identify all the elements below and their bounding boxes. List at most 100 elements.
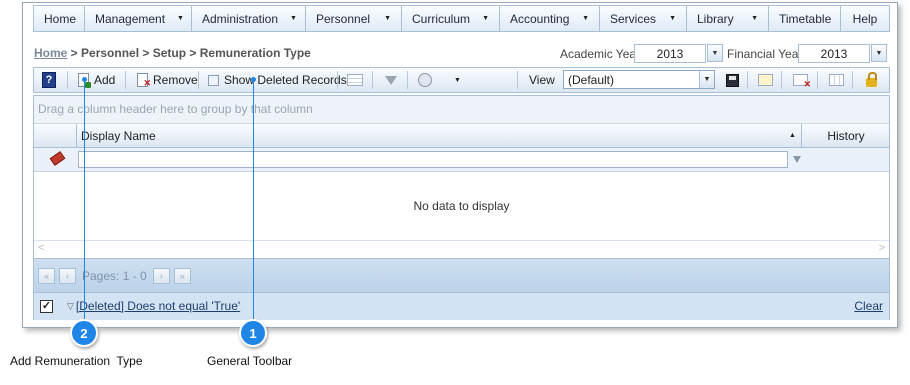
- clear-filter-link[interactable]: Clear: [854, 299, 883, 313]
- pager: « ‹ Pages: 1 - 0 › »: [34, 258, 889, 292]
- breadcrumb: Home > Personnel > Setup > Remuneration …: [34, 46, 311, 60]
- save-view-button[interactable]: [726, 68, 739, 92]
- last-page-icon[interactable]: »: [173, 267, 191, 284]
- academic-year-label: Academic Year: [560, 47, 641, 61]
- toolbar-divider: [781, 71, 782, 89]
- show-deleted-toggle[interactable]: Show Deleted Records: [208, 68, 347, 92]
- filter-status-bar: ✓ ▽ [Deleted] Does not equal 'True' Clea…: [34, 292, 889, 320]
- delete-view-button[interactable]: [793, 68, 811, 92]
- export-button[interactable]: [418, 68, 432, 92]
- lock-icon: [866, 71, 877, 87]
- export-icon: [418, 73, 432, 87]
- prev-page-icon[interactable]: ‹: [59, 267, 76, 284]
- menu-item-help[interactable]: Help: [841, 6, 889, 31]
- callout-badge-1: 1: [239, 319, 267, 347]
- grid-icon: [347, 74, 363, 86]
- filter-icon: ▽: [67, 300, 74, 311]
- chevron-down-icon: ▼: [482, 15, 489, 22]
- new-view-icon: [758, 74, 773, 86]
- toolbar-divider: [125, 71, 126, 89]
- menu-label: Home: [44, 11, 77, 26]
- menu-item-timetable[interactable]: Timetable: [769, 6, 841, 31]
- view-select-value: (Default): [568, 72, 615, 87]
- grid-layout-button[interactable]: [347, 68, 363, 92]
- menu-label: Management: [95, 11, 166, 26]
- lock-button[interactable]: [866, 68, 877, 92]
- columns-icon: [829, 74, 844, 86]
- column-header-display-name[interactable]: Display Name: [81, 124, 801, 147]
- toolbar-divider: [198, 71, 199, 89]
- menu-label: Personnel: [316, 11, 371, 26]
- menu-label: Curriculum: [412, 11, 471, 26]
- filter-expression-link[interactable]: [Deleted] Does not equal 'True': [76, 299, 240, 313]
- menu-item-services[interactable]: Services ▼: [600, 6, 687, 31]
- general-toolbar: ? Add ✕ Remove Show Deleted Records ▼ Vi…: [33, 67, 890, 93]
- next-page-icon[interactable]: ›: [152, 267, 170, 284]
- chevron-down-icon: ▼: [582, 15, 589, 22]
- toolbar-divider: [517, 71, 518, 89]
- group-by-panel[interactable]: Drag a column header here to group by th…: [34, 96, 889, 124]
- app-window: Home Management ▼ Administration ▼ Personn…: [22, 2, 898, 328]
- menu-item-personnel[interactable]: Personnel ▼: [306, 6, 402, 31]
- show-deleted-label: Show Deleted Records: [224, 73, 347, 87]
- menu-item-administration[interactable]: Administration ▼: [192, 6, 306, 31]
- grid-empty-area: No data to display: [34, 172, 889, 241]
- new-view-button[interactable]: [758, 68, 773, 92]
- remove-label: Remove: [153, 73, 198, 87]
- menu-label: Help: [852, 11, 878, 26]
- academic-year-select[interactable]: 2013: [634, 44, 706, 63]
- chevron-down-icon: ▼: [177, 15, 184, 22]
- menu-item-home[interactable]: Home: [34, 6, 85, 31]
- menu-item-accounting[interactable]: Accounting ▼: [500, 6, 600, 31]
- callout-line: [253, 80, 254, 320]
- scroll-left-icon[interactable]: <: [38, 242, 44, 254]
- columns-button[interactable]: [829, 68, 844, 92]
- filter-button[interactable]: [385, 68, 397, 92]
- toolbar-divider: [67, 71, 68, 89]
- filter-icon[interactable]: [793, 156, 801, 163]
- callout-line: [84, 80, 85, 320]
- checkbox-icon: [208, 74, 219, 86]
- empty-text: No data to display: [413, 199, 510, 213]
- help-icon: ?: [42, 72, 56, 88]
- breadcrumb-path: > Personnel > Setup > Remuneration Type: [67, 46, 311, 60]
- data-grid: Drag a column header here to group by th…: [33, 95, 890, 320]
- filter-enabled-checkbox[interactable]: ✓: [40, 300, 53, 313]
- export-dropdown[interactable]: ▼: [454, 68, 461, 92]
- grid-filter-row: [34, 148, 889, 172]
- grid-header-row: Display Name ▲ History: [34, 124, 889, 148]
- main-menu-bar: Home Management ▼ Administration ▼ Personn…: [33, 5, 890, 32]
- toolbar-divider: [407, 71, 408, 89]
- breadcrumb-row: Home > Personnel > Setup > Remuneration …: [34, 43, 891, 65]
- column-header-history[interactable]: History: [801, 124, 890, 147]
- add-label: Add: [94, 73, 116, 87]
- remove-record-icon: ✕: [137, 73, 151, 88]
- remove-button[interactable]: ✕ Remove: [137, 68, 198, 92]
- callout-label-add-remuneration-type: Add Remuneration Type: [10, 354, 143, 368]
- chevron-down-icon[interactable]: ▼: [871, 44, 887, 62]
- row-command-header: [34, 124, 77, 147]
- horizontal-scrollbar[interactable]: < >: [34, 241, 889, 258]
- chevron-down-icon[interactable]: ▼: [707, 44, 723, 62]
- chevron-down-icon: ▼: [384, 15, 391, 22]
- toolbar-divider: [852, 71, 853, 89]
- clear-filter-icon[interactable]: [49, 151, 66, 166]
- pager-text: Pages: 1 - 0: [82, 268, 147, 283]
- financial-year-label: Financial Year: [727, 47, 803, 61]
- menu-item-management[interactable]: Management ▼: [85, 6, 192, 31]
- toolbar-divider: [337, 71, 338, 89]
- view-select[interactable]: (Default) ▼: [563, 70, 715, 89]
- delete-view-icon: [793, 74, 811, 90]
- breadcrumb-home-link[interactable]: Home: [34, 46, 67, 60]
- menu-item-curriculum[interactable]: Curriculum ▼: [402, 6, 500, 31]
- display-name-filter-input[interactable]: [78, 151, 788, 168]
- menu-item-library[interactable]: Library ▼: [687, 6, 769, 31]
- menu-label: Timetable: [779, 11, 832, 26]
- first-page-icon[interactable]: «: [38, 267, 55, 284]
- scroll-right-icon[interactable]: >: [879, 242, 885, 254]
- active-filter: ▽ [Deleted] Does not equal 'True': [67, 299, 240, 313]
- view-label: View: [529, 68, 555, 92]
- help-button[interactable]: ?: [42, 68, 56, 92]
- menu-label: Library: [697, 11, 734, 26]
- financial-year-select[interactable]: 2013: [798, 44, 870, 63]
